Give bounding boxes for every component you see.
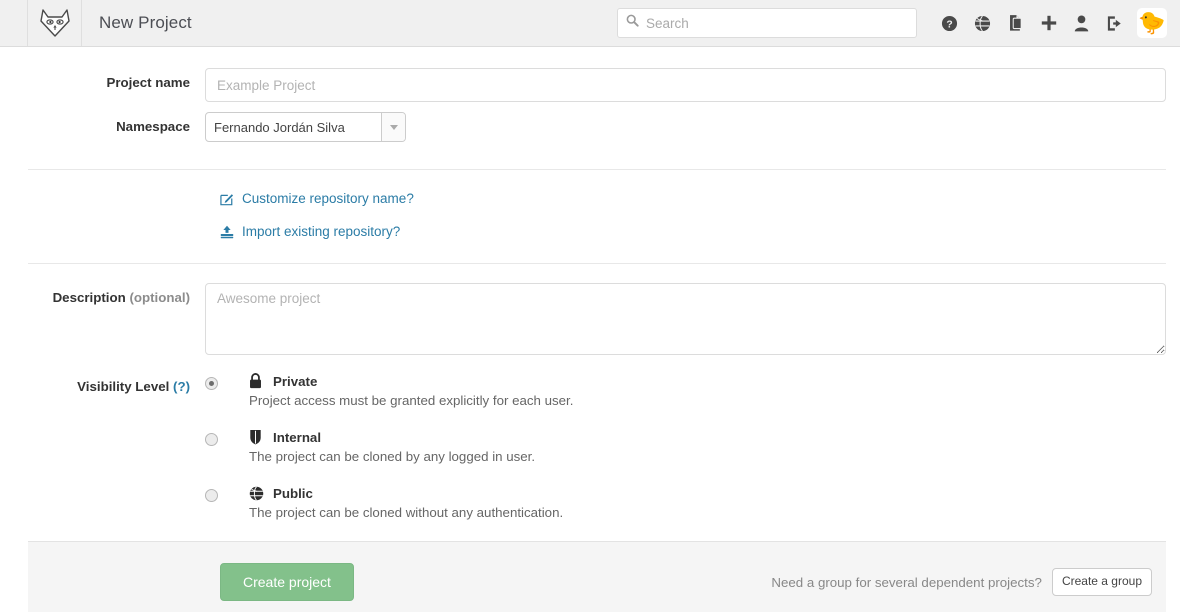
- visibility-radio-internal[interactable]: [205, 433, 218, 446]
- project-name-label: Project name: [106, 75, 190, 90]
- visibility-internal-head: Internal: [249, 428, 535, 446]
- visibility-option-public[interactable]: Public The project can be cloned without…: [205, 484, 1180, 520]
- namespace-label: Namespace: [116, 119, 190, 134]
- lock-icon: [249, 373, 267, 389]
- visibility-internal-description: The project can be cloned by any logged …: [249, 449, 536, 464]
- sign-out-icon[interactable]: [1098, 3, 1131, 43]
- visibility-level-label: Visibility Level (?): [0, 372, 205, 394]
- user-avatar[interactable]: 🐤: [1137, 8, 1167, 38]
- import-existing-repository-label: Import existing repository?: [242, 224, 401, 239]
- customize-repository-name-label: Customize repository name?: [242, 191, 414, 206]
- visibility-private-description: Project access must be granted explicitl…: [249, 393, 574, 408]
- top-navbar: New Project ?: [0, 0, 1180, 47]
- plus-icon[interactable]: [1032, 3, 1065, 43]
- gitlab-tanuki-icon: [38, 8, 72, 38]
- description-label: Description (optional): [0, 283, 205, 305]
- search-box[interactable]: [617, 8, 917, 38]
- footer-note-text: Need a group for several dependent proje…: [771, 574, 1042, 590]
- visibility-option-internal[interactable]: Internal The project can be cloned by an…: [205, 428, 1180, 464]
- chevron-down-icon[interactable]: [381, 113, 405, 141]
- navbar-actions: ?: [617, 0, 1180, 46]
- user-icon[interactable]: [1065, 3, 1098, 43]
- page-title: New Project: [99, 13, 192, 32]
- import-existing-repository-link[interactable]: Import existing repository?: [220, 224, 1180, 239]
- visibility-level-label-text: Visibility Level: [77, 379, 170, 394]
- visibility-options: Private Project access must be granted e…: [205, 372, 1180, 520]
- avatar-glyph: 🐤: [1138, 10, 1166, 35]
- create-a-group-button[interactable]: Create a group: [1051, 568, 1152, 596]
- globe-icon[interactable]: [966, 3, 999, 43]
- visibility-public-body: Public The project can be cloned without…: [249, 484, 564, 521]
- visibility-private-body: Private Project access must be granted e…: [249, 372, 573, 408]
- project-name-field-wrap: [205, 68, 1180, 102]
- svg-text:?: ?: [946, 19, 952, 30]
- customize-repository-name-link[interactable]: Customize repository name?: [220, 191, 1180, 206]
- repository-links: Customize repository name? Import existi…: [0, 170, 1180, 239]
- upload-icon: [220, 225, 237, 239]
- navbar-left-spacer: [0, 0, 28, 46]
- visibility-option-private[interactable]: Private Project access must be granted e…: [205, 372, 1180, 408]
- namespace-field-wrap: Fernando Jordán Silva: [205, 112, 1180, 142]
- project-name-row: Project name: [0, 47, 1180, 102]
- help-icon[interactable]: ?: [933, 3, 966, 43]
- form-footer: Create project Need a group for several …: [28, 541, 1166, 612]
- visibility-public-head: Public: [249, 484, 563, 502]
- project-name-input[interactable]: [205, 68, 1166, 102]
- pencil-square-icon: [220, 192, 237, 206]
- search-input[interactable]: [646, 15, 908, 31]
- search-icon: [626, 14, 639, 32]
- visibility-row: Visibility Level (?) Private Project acc…: [0, 355, 1180, 520]
- description-label-text: Description: [52, 290, 126, 305]
- visibility-public-name: Public: [273, 485, 313, 501]
- footer-group-area: Need a group for several dependent proje…: [771, 568, 1152, 596]
- description-optional-text: (optional): [129, 290, 190, 305]
- snippets-icon[interactable]: [999, 3, 1032, 43]
- description-row: Description (optional): [0, 264, 1180, 355]
- namespace-selected-value: Fernando Jordán Silva: [214, 119, 345, 135]
- new-project-form: Project name Namespace Fernando Jordán S…: [0, 47, 1180, 612]
- gitlab-logo-button[interactable]: [28, 0, 82, 46]
- create-project-button[interactable]: Create project: [220, 562, 354, 602]
- visibility-public-description: The project can be cloned without any au…: [249, 505, 564, 520]
- visibility-help-link[interactable]: (?): [173, 379, 190, 394]
- shield-icon: [249, 429, 267, 445]
- namespace-row: Namespace Fernando Jordán Silva: [0, 102, 1180, 142]
- visibility-internal-body: Internal The project can be cloned by an…: [249, 428, 536, 465]
- globe-icon: [249, 485, 267, 501]
- visibility-radio-public[interactable]: [205, 489, 218, 502]
- visibility-radio-private[interactable]: [205, 377, 218, 390]
- visibility-internal-name: Internal: [273, 429, 322, 445]
- description-field-wrap: [205, 283, 1180, 355]
- visibility-private-name: Private: [273, 373, 318, 389]
- description-textarea[interactable]: [205, 283, 1166, 355]
- visibility-private-head: Private: [249, 372, 573, 390]
- namespace-select[interactable]: Fernando Jordán Silva: [205, 112, 406, 142]
